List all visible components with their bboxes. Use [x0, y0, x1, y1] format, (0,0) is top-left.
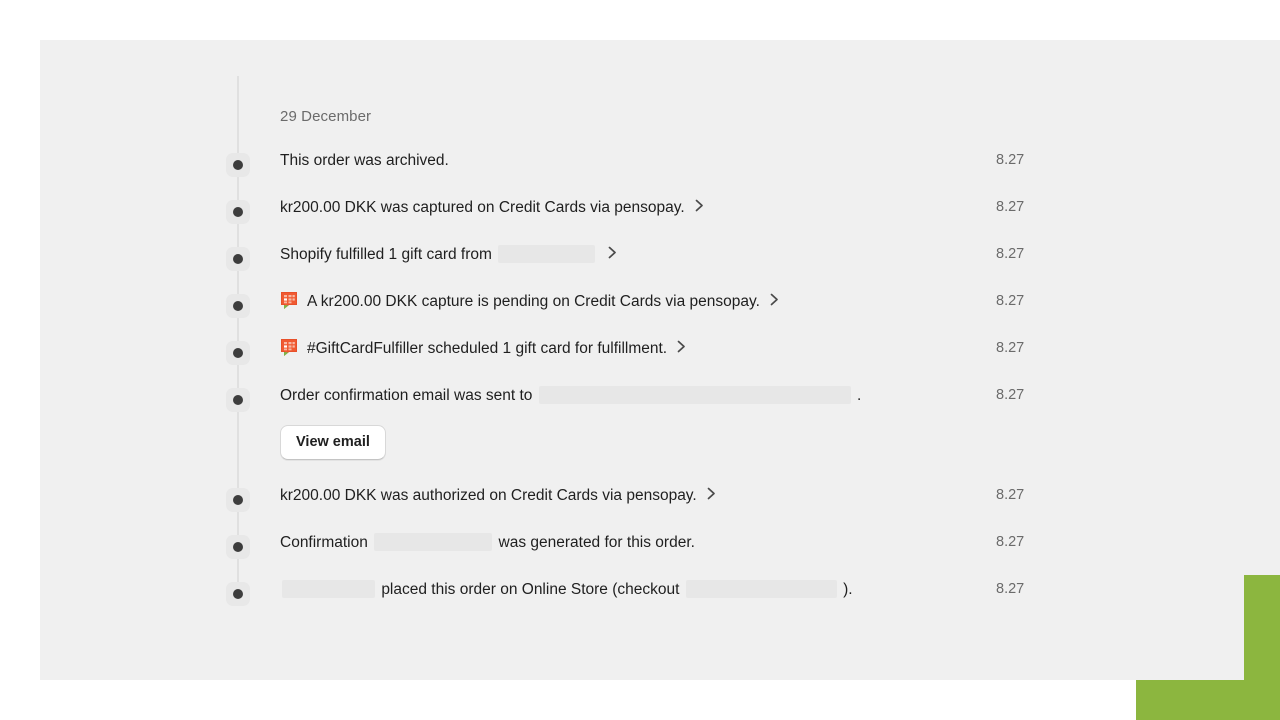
timeline-marker-dot [226, 582, 250, 606]
timeline-event-order-confirmation-email: Order confirmation email was sent to . [280, 385, 1020, 407]
timeline-event-text: was generated for this order. [498, 534, 695, 551]
timeline-event-time: 8.27 [996, 387, 1025, 403]
timeline-event-time: 8.27 [996, 340, 1025, 356]
timeline-event-payment-authorized[interactable]: kr200.00 DKK was authorized on Credit Ca… [280, 485, 1020, 507]
redacted-value [498, 244, 596, 263]
timeline-event-giftcardfulfiller-scheduled[interactable]: #GiftCardFulfiller scheduled 1 gift card… [280, 338, 1020, 360]
timeline-event-text: Order confirmation email was sent to [280, 387, 533, 404]
timeline-marker-dot [226, 488, 250, 512]
timeline-event-time: 8.27 [996, 293, 1025, 309]
timeline-marker-dot [226, 200, 250, 224]
timeline-event-capture-pending[interactable]: A kr200.00 DKK capture is pending on Cre… [280, 291, 1020, 313]
timeline-marker-dot [226, 388, 250, 412]
timeline-marker-dot [226, 535, 250, 559]
view-email-button[interactable]: View email [280, 425, 386, 460]
timeline-event-text: kr200.00 DKK was authorized on Credit Ca… [280, 487, 697, 504]
redacted-value [538, 385, 851, 404]
timeline-event-time: 8.27 [996, 534, 1025, 550]
timeline-event-text: Shopify fulfilled 1 gift card from [280, 246, 492, 263]
timeline-event-text: placed this order on Online Store (check… [381, 581, 680, 598]
timeline-event-time: 8.27 [996, 581, 1025, 597]
chevron-right-icon[interactable] [608, 246, 617, 259]
timeline-event-text: A kr200.00 DKK capture is pending on Cre… [307, 293, 760, 310]
timeline-marker-dot [226, 153, 250, 177]
redacted-value [282, 579, 375, 598]
chevron-right-icon[interactable] [707, 487, 716, 500]
redacted-value [685, 579, 837, 598]
timeline-event: kr200.00 DKK was captured on Credit Card… [0, 197, 1280, 230]
timeline-event: A kr200.00 DKK capture is pending on Cre… [0, 291, 1280, 324]
chevron-right-icon[interactable] [770, 293, 779, 306]
timeline-event: Shopify fulfilled 1 gift card from 8.27 [0, 244, 1280, 277]
timeline-event-text: ). [843, 581, 853, 598]
timeline-event-order-placed: placed this order on Online Store (check… [280, 579, 1020, 601]
timeline-event-time: 8.27 [996, 199, 1025, 215]
redacted-value [374, 532, 493, 551]
chevron-right-icon[interactable] [677, 340, 686, 353]
timeline-event: This order was archived. 8.27 [0, 150, 1280, 183]
timeline-event-confirmation-generated: Confirmation was generated for this orde… [280, 532, 1020, 554]
timeline-event-text: #GiftCardFulfiller scheduled 1 gift card… [307, 340, 668, 357]
timeline-event-time: 8.27 [996, 487, 1025, 503]
timeline-event: placed this order on Online Store (check… [0, 579, 1280, 612]
order-timeline: 29 December This order was archived. 8.2… [0, 0, 1280, 720]
timeline-event-time: 8.27 [996, 246, 1025, 262]
timeline-event-payment-captured[interactable]: kr200.00 DKK was captured on Credit Card… [280, 197, 1020, 219]
timeline-event-text: This order was archived. [280, 152, 449, 169]
app-icon [280, 291, 300, 310]
timeline-event-gift-card-fulfilled[interactable]: Shopify fulfilled 1 gift card from [280, 244, 1020, 266]
timeline-marker-dot [226, 247, 250, 271]
timeline-event: Confirmation was generated for this orde… [0, 532, 1280, 565]
timeline-event-text: Confirmation [280, 534, 368, 551]
timeline-marker-dot [226, 294, 250, 318]
timeline-marker-dot [226, 341, 250, 365]
timeline-event-text: . [857, 387, 862, 404]
timeline-event-order-archived: This order was archived. [280, 150, 1020, 172]
timeline-event-text: kr200.00 DKK was captured on Credit Card… [280, 199, 685, 216]
timeline-event: #GiftCardFulfiller scheduled 1 gift card… [0, 338, 1280, 371]
timeline-date-heading: 29 December [280, 108, 372, 125]
chevron-right-icon[interactable] [695, 199, 704, 212]
timeline-event: Order confirmation email was sent to . 8… [0, 385, 1280, 418]
app-icon [280, 338, 300, 357]
timeline-event-time: 8.27 [996, 152, 1025, 168]
timeline-event: kr200.00 DKK was authorized on Credit Ca… [0, 485, 1280, 518]
